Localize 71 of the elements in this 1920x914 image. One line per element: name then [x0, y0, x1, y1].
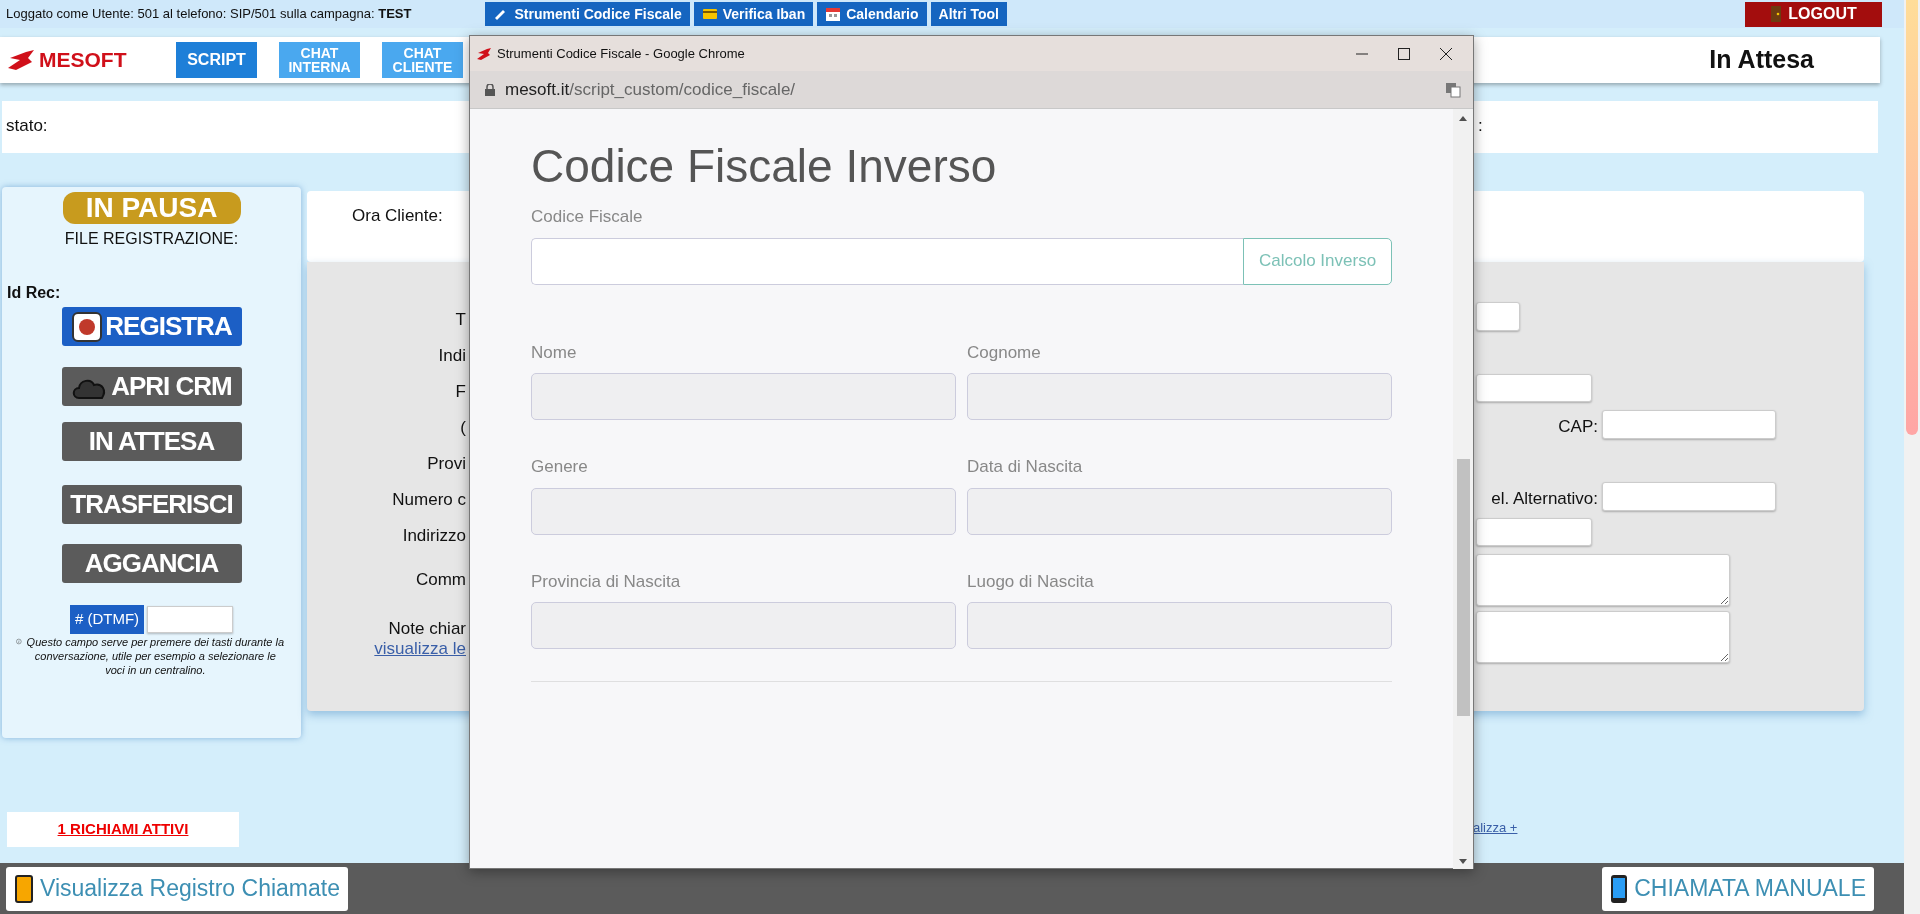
minimize-icon [1355, 52, 1369, 55]
text-input[interactable] [1476, 374, 1592, 402]
field-label: Nome [531, 341, 578, 364]
dragon-logo-icon [476, 46, 492, 61]
field-label: Cognome [967, 341, 1042, 364]
tool-button[interactable]: Altri Tool [930, 2, 1007, 26]
tool-button[interactable]: Strumenti Codice Fiscale [485, 2, 690, 26]
field-label: el. Alternativo: [1490, 488, 1599, 510]
call-log-button[interactable]: Visualizza Registro Chiamate [6, 866, 348, 911]
more-link[interactable]: alizza + [1473, 818, 1518, 838]
text-input[interactable] [1602, 482, 1776, 511]
book-icon [14, 874, 34, 903]
file-label: FILE REGISTRAZIONE: [63, 229, 240, 249]
fiscal-code-input[interactable] [531, 237, 1244, 285]
header-button[interactable]: SCRIPT [176, 42, 257, 78]
window-title: Strumenti Codice Fiscale - Google Chrome [497, 44, 745, 63]
field-label: Comm [414, 570, 466, 590]
dtmf-label: # (DTMF) [69, 605, 145, 634]
calendar-icon [825, 6, 842, 22]
field-label: Data di Nascita [967, 456, 1084, 479]
field-label: Numero c [391, 490, 466, 510]
callbacks-link[interactable]: 1 RICHIAMI ATTIVI [7, 812, 239, 847]
field-label: Indirizzo [401, 526, 466, 546]
action-button[interactable]: APRI CRM [61, 367, 242, 406]
field-label: ( [459, 418, 466, 438]
manual-call-button[interactable]: CHIAMATA MANUALE [1602, 866, 1874, 911]
action-button[interactable]: IN ATTESA [61, 422, 242, 461]
field-label: Provi [426, 454, 466, 474]
text-area[interactable] [1476, 611, 1730, 663]
action-button[interactable]: TRASFERISCI [61, 485, 242, 524]
field-label: Genere [531, 456, 589, 479]
agent-status: In Attesa [1709, 44, 1814, 76]
pause-badge: IN PAUSA [62, 192, 241, 224]
text-input[interactable] [1602, 410, 1776, 439]
action-button[interactable]: REGISTRA [61, 307, 242, 346]
notes-link[interactable]: visualizza le [374, 639, 466, 658]
close-icon [1439, 46, 1453, 61]
record-icon [71, 310, 104, 343]
card-icon [701, 6, 718, 22]
text-input[interactable] [1476, 518, 1592, 546]
tool-button[interactable]: Calendario [817, 2, 927, 26]
field-label: Indi [437, 346, 466, 366]
dragon-logo-icon [6, 48, 36, 72]
door-icon [1770, 5, 1783, 23]
translate-icon [1445, 81, 1461, 98]
id-label: Id Rec: [7, 283, 62, 303]
logo-text: MESOFT [39, 47, 127, 74]
dtmf-input[interactable] [147, 605, 234, 633]
page-heading: Codice Fiscale Inverso [531, 139, 998, 194]
lock-icon [485, 83, 495, 96]
field-label: T [454, 310, 466, 330]
field-label: Codice Fiscale [531, 206, 644, 229]
field-label: CAP: [1557, 416, 1599, 438]
field-label: F [454, 382, 466, 402]
status-label: stato: [6, 115, 48, 137]
action-button[interactable]: AGGANCIA [61, 544, 242, 583]
text-area[interactable] [1476, 554, 1730, 606]
field-label: Luogo di Nascita [967, 570, 1095, 593]
field-label: Note chiar [387, 619, 466, 639]
scroll-up-icon [1459, 116, 1468, 121]
phone-icon [1610, 873, 1629, 904]
address-bar-url: mesoft.it/script_custom/codice_fiscale/ [505, 78, 796, 101]
field-label: Provincia di Nascita [531, 570, 682, 593]
logout-button[interactable]: LOGOUT [1745, 1, 1882, 27]
text-input[interactable] [1476, 302, 1520, 331]
status-label: : [1477, 115, 1484, 137]
client-time-label: Ora Cliente: [352, 206, 443, 225]
login-info: Loggato come Utente: 501 al telefono: SIP/501 sulla campagna: TEST [6, 5, 412, 24]
dtmf-help-text: Questo campo serve per premere dei tasti durante la conversazione, utile per esempio a selezionare le voci in un centralino. [25, 634, 286, 677]
tool-button[interactable]: Verifica Iban [693, 2, 814, 26]
maximize-icon [1397, 46, 1411, 61]
